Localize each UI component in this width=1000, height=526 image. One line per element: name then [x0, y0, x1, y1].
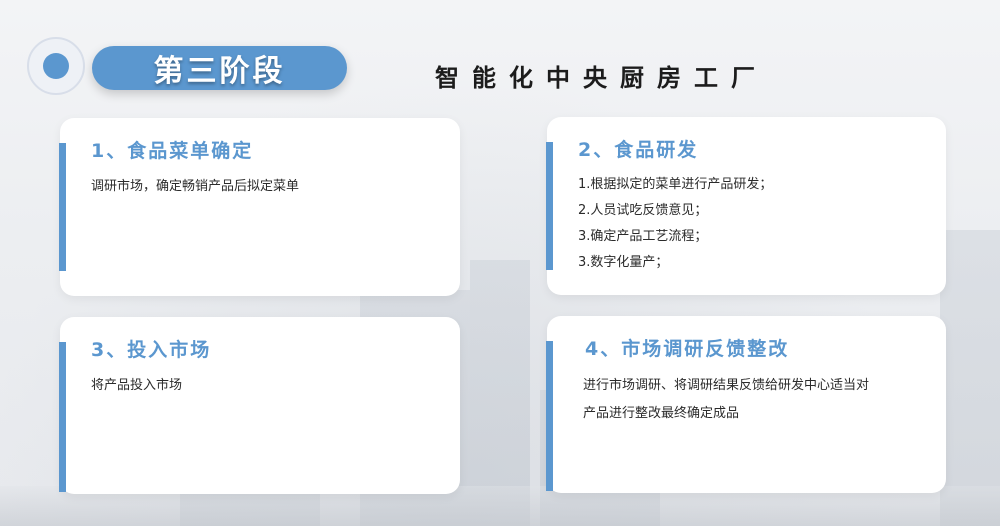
card-line: 3.确定产品工艺流程；	[578, 229, 708, 244]
page-title: 智能化中央厨房工厂	[435, 64, 768, 92]
card-line: 产品进行整改最终确定成品	[583, 406, 740, 421]
card-body: 将产品投入市场	[91, 373, 182, 399]
card-title: 3、投入市场	[91, 339, 212, 361]
card-accent-bar	[59, 342, 66, 492]
card-line: 调研市场，确定畅销产品后拟定菜单	[91, 179, 300, 194]
card-market-launch: 3、投入市场 将产品投入市场	[59, 317, 460, 494]
card-line: 1.根据拟定的菜单进行产品研发；	[578, 177, 773, 192]
stage-label: 第三阶段	[153, 54, 286, 89]
card-line: 2.人员试吃反馈意见；	[578, 203, 708, 218]
card-title: 1、食品菜单确定	[91, 140, 254, 162]
decorative-dot-icon	[43, 53, 69, 79]
card-title: 4、市场调研反馈整改	[585, 338, 790, 360]
header: 第三阶段 智能化中央厨房工厂	[0, 0, 1000, 110]
card-accent-bar	[546, 341, 553, 491]
card-food-menu: 1、食品菜单确定 调研市场，确定畅销产品后拟定菜单	[59, 118, 460, 296]
card-title: 2、食品研发	[578, 139, 699, 161]
card-body: 调研市场，确定畅销产品后拟定菜单	[91, 174, 299, 200]
card-market-feedback: 4、市场调研反馈整改 进行市场调研、将调研结果反馈给研发中心适当对 产品进行整改…	[546, 316, 946, 493]
stage-badge: 第三阶段	[92, 46, 347, 90]
card-body: 进行市场调研、将调研结果反馈给研发中心适当对 产品进行整改最终确定成品	[583, 372, 869, 428]
card-line: 3.数字化量产；	[578, 255, 669, 270]
card-line: 将产品投入市场	[91, 378, 183, 393]
card-body: 1.根据拟定的菜单进行产品研发； 2.人员试吃反馈意见； 3.确定产品工艺流程；…	[578, 172, 772, 276]
card-accent-bar	[59, 143, 66, 271]
card-accent-bar	[546, 142, 553, 270]
card-line: 进行市场调研、将调研结果反馈给研发中心适当对	[583, 378, 870, 393]
card-food-rnd: 2、食品研发 1.根据拟定的菜单进行产品研发； 2.人员试吃反馈意见； 3.确定…	[546, 117, 946, 295]
